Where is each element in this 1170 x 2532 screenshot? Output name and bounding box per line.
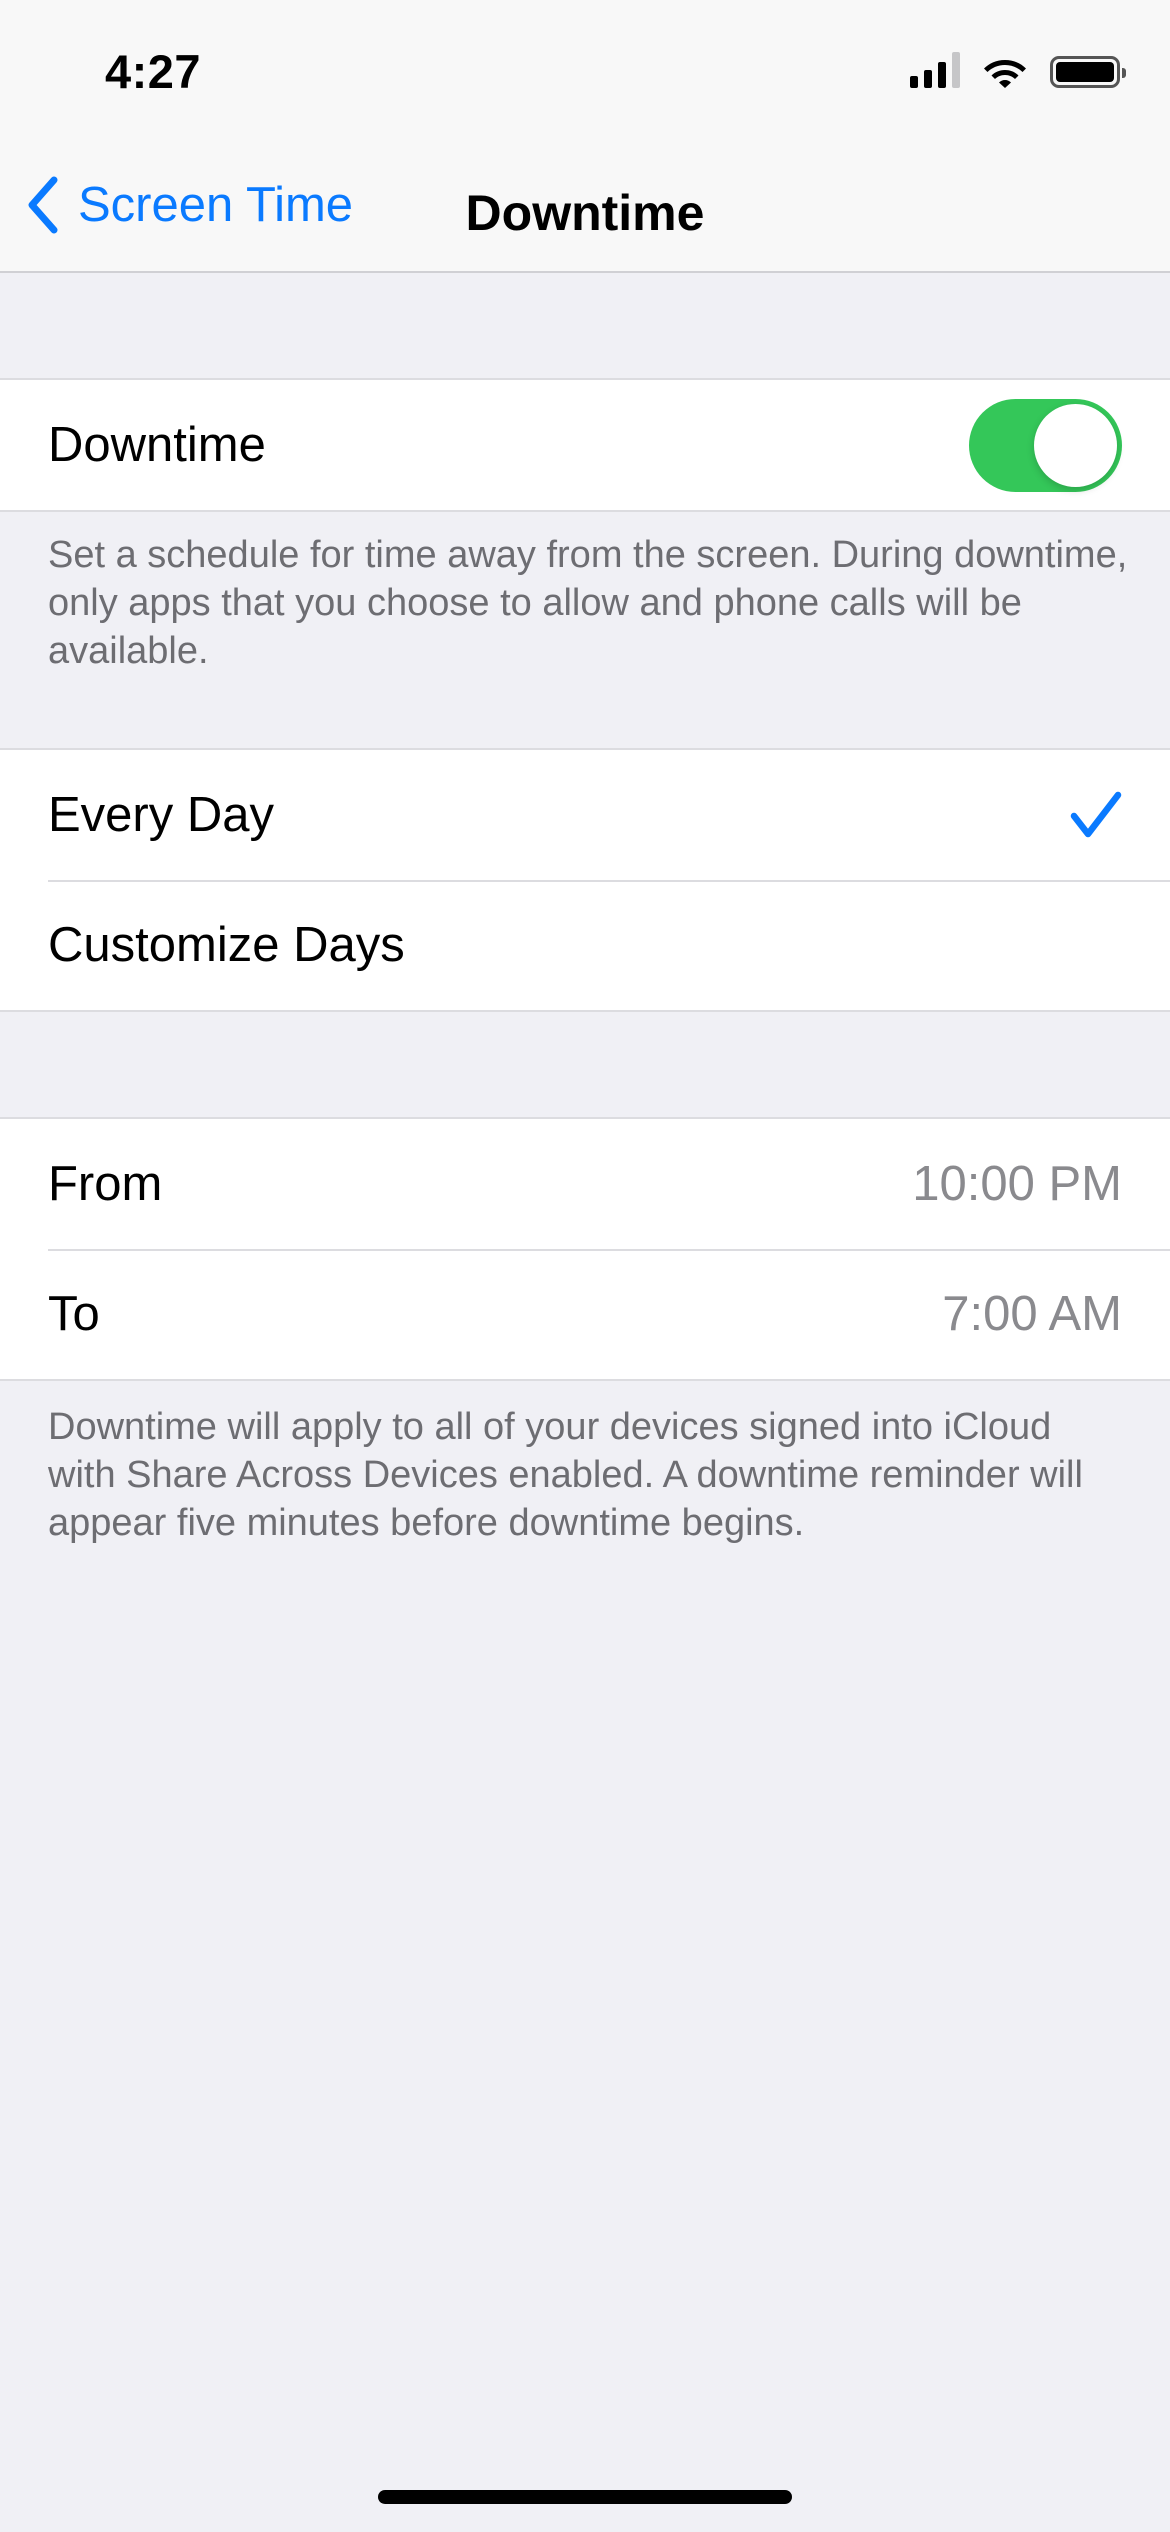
customize-days-row[interactable]: Customize Days <box>0 880 1170 1010</box>
toggle-knob <box>1034 403 1117 487</box>
to-row[interactable]: To 7:00 AM <box>0 1249 1170 1379</box>
home-indicator <box>378 2490 792 2504</box>
from-row[interactable]: From 10:00 PM <box>0 1119 1170 1249</box>
downtime-toggle-group: Downtime <box>0 378 1170 512</box>
status-bar: 4:27 <box>0 0 1170 140</box>
every-day-label: Every Day <box>48 788 275 842</box>
downtime-description: Set a schedule for time away from the sc… <box>48 534 1128 672</box>
to-label: To <box>48 1287 100 1341</box>
navigation-bar: Screen Time Downtime <box>0 140 1170 273</box>
status-time: 4:27 <box>105 45 202 98</box>
schedule-group: Every Day Customize Days <box>0 748 1170 1012</box>
time-range-group: From 10:00 PM To 7:00 AM <box>0 1117 1170 1381</box>
status-icons <box>910 52 1126 88</box>
downtime-toggle-switch[interactable] <box>969 398 1122 492</box>
to-time-value: 7:00 AM <box>942 1287 1122 1341</box>
customize-days-label: Customize Days <box>48 918 405 972</box>
downtime-footer-description: Downtime will apply to all of your devic… <box>48 1406 1083 1544</box>
from-time-value: 10:00 PM <box>912 1157 1122 1211</box>
wifi-icon <box>984 60 1026 88</box>
downtime-toggle-label: Downtime <box>48 418 266 472</box>
battery-icon <box>1050 56 1126 88</box>
checkmark-icon <box>1070 791 1122 838</box>
page-title: Downtime <box>465 185 705 241</box>
cellular-signal-icon <box>910 52 960 88</box>
every-day-row[interactable]: Every Day <box>0 750 1170 880</box>
from-label: From <box>48 1157 163 1211</box>
downtime-toggle-row: Downtime <box>0 380 1170 510</box>
